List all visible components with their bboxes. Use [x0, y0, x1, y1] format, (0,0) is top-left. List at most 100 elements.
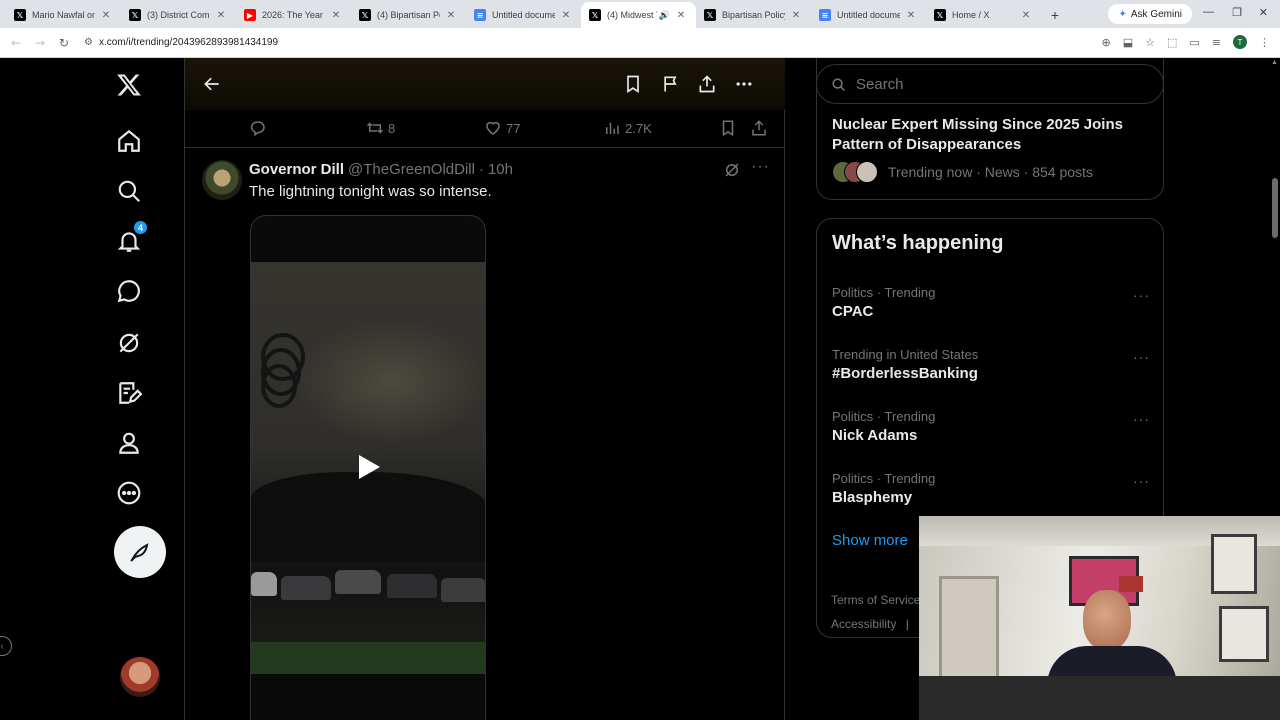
trend-more-icon[interactable]: ··· [1133, 473, 1150, 489]
new-tab-button[interactable]: + [1041, 2, 1069, 28]
browser-tab[interactable]: 𝕏 (4) Bipartisan Polic ✕ [351, 2, 466, 28]
ask-gemini-button[interactable]: ✦ Ask Gemini [1108, 4, 1192, 24]
account-avatar[interactable] [120, 657, 160, 697]
post-item[interactable]: Governor Dill @TheGreenOldDill · 10h ···… [185, 148, 785, 720]
tab-close-icon[interactable]: ✕ [904, 10, 918, 21]
scroll-thumb[interactable] [1272, 178, 1278, 238]
author-avatar[interactable] [202, 160, 242, 200]
url-field[interactable]: ⚙ x.com/i/trending/2043962893981434199 [84, 37, 278, 48]
browser-tab[interactable]: 𝕏 (3) District Commu ✕ [121, 2, 236, 28]
cast-icon[interactable]: ▭ [1189, 36, 1199, 49]
compose-post-button[interactable] [114, 526, 166, 578]
tab-close-icon[interactable]: ✕ [559, 10, 573, 21]
zoom-icon[interactable]: ⊕ [1101, 36, 1110, 49]
trend-more-icon[interactable]: ··· [1133, 349, 1150, 365]
trend-meta: Trending now · News · 854 posts [888, 164, 1093, 180]
address-bar-actions: ⊕ ⬓ ☆ ⬚ ▭ ≡ T ⋮ [1101, 35, 1270, 49]
repost-button[interactable]: 8 [366, 119, 395, 137]
reading-list-icon[interactable]: ≡ [1212, 36, 1221, 49]
tab-close-icon[interactable]: ✕ [99, 10, 113, 21]
close-window-icon[interactable]: ✕ [1259, 6, 1268, 19]
x-favicon-icon: 𝕏 [704, 9, 716, 21]
show-more-link[interactable]: Show more [832, 532, 908, 549]
like-button[interactable]: 77 [484, 119, 520, 137]
tab-close-icon[interactable]: ✕ [789, 10, 803, 21]
tab-close-icon[interactable]: ✕ [329, 10, 343, 21]
post-time[interactable]: 10h [488, 161, 513, 178]
post-more-icon[interactable]: ··· [751, 158, 770, 176]
reload-icon[interactable]: ↻ [52, 36, 76, 50]
articles-compose-icon[interactable] [112, 376, 146, 410]
back-arrow-icon[interactable] [200, 72, 224, 96]
main-column: 8 77 2.7K Governor Dill @TheGreenOldDill [184, 58, 785, 720]
browser-menu-icon[interactable]: ⋮ [1259, 36, 1270, 49]
trend-category: Politics · Trending [832, 409, 936, 424]
notifications-bell-icon[interactable]: 4 [112, 220, 148, 258]
bookmark-header-icon[interactable] [621, 72, 645, 96]
bookmark-button[interactable] [719, 119, 737, 137]
home-icon[interactable] [112, 124, 146, 158]
restore-window-icon[interactable]: ❐ [1232, 6, 1242, 19]
browser-tab[interactable]: 𝕏 (4) Midwest Th🔊 ✕ [581, 2, 696, 28]
grok-icon[interactable] [112, 326, 146, 360]
tab-close-icon[interactable]: ✕ [674, 10, 688, 21]
browser-tab-label: (4) Bipartisan Polic [377, 10, 440, 20]
grok-explain-icon[interactable] [723, 161, 743, 181]
trend-category: Politics · Trending [832, 471, 936, 486]
tab-audio-icon[interactable]: 🔊 [659, 10, 670, 21]
share-header-icon[interactable] [695, 72, 719, 96]
trend-item[interactable]: Politics · Trending Nick Adams ··· [832, 409, 1152, 455]
post-header: Governor Dill @TheGreenOldDill · 10h [249, 161, 513, 178]
explore-search-icon[interactable] [112, 174, 146, 208]
trend-more-icon[interactable]: ··· [1133, 287, 1150, 303]
back-icon[interactable]: ← [4, 36, 28, 50]
browser-tab[interactable]: 𝕏 Home / X ✕ [926, 2, 1041, 28]
install-app-icon[interactable]: ⬓ [1123, 36, 1133, 49]
browser-tab[interactable]: ≡ Untitled document ✕ [811, 2, 926, 28]
scroll-up-icon[interactable]: ▲ [1271, 59, 1278, 66]
more-options-icon[interactable] [112, 476, 146, 510]
messages-icon[interactable] [112, 274, 146, 308]
docs-favicon-icon: ≡ [474, 9, 486, 21]
collapse-panel-icon[interactable]: ‹ [0, 636, 12, 656]
ask-gemini-label: Ask Gemini [1130, 8, 1182, 20]
x-logo-icon[interactable] [112, 68, 146, 102]
tab-close-icon[interactable]: ✕ [444, 10, 458, 21]
video-player[interactable] [250, 215, 486, 720]
browser-tab[interactable]: ▶ 2026: The Year Qu ✕ [236, 2, 351, 28]
trend-category: Trending in United States [832, 347, 979, 362]
browser-tab[interactable]: ≡ Untitled document ✕ [466, 2, 581, 28]
author-name[interactable]: Governor Dill [249, 161, 344, 178]
extensions-icon[interactable]: ⬚ [1167, 36, 1177, 49]
play-icon[interactable] [357, 454, 381, 480]
tab-close-icon[interactable]: ✕ [214, 10, 228, 21]
report-flag-icon[interactable] [659, 72, 683, 96]
forward-icon[interactable]: → [28, 36, 52, 50]
trend-name: CPAC [832, 303, 874, 320]
tab-close-icon[interactable]: ✕ [1019, 10, 1033, 21]
trend-item[interactable]: Trending in United States #BorderlessBank… [832, 347, 1152, 393]
browser-tab-label: Home / X [952, 10, 990, 20]
site-info-icon[interactable]: ⚙ [84, 37, 93, 48]
trend-item[interactable]: Politics · Trending CPAC ··· [832, 285, 1152, 331]
trend-more-icon[interactable]: ··· [1133, 411, 1150, 427]
browser-tab[interactable]: 𝕏 Bipartisan Policy C ✕ [696, 2, 811, 28]
bookmark-star-icon[interactable]: ☆ [1145, 36, 1155, 49]
browser-tab[interactable]: 𝕏 Mario Nawfal on X ✕ [6, 2, 121, 28]
share-button[interactable] [750, 119, 768, 137]
search-input[interactable]: Search [816, 64, 1164, 104]
minimize-window-icon[interactable]: — [1203, 6, 1214, 18]
trend-headline[interactable]: Nuclear Expert Missing Since 2025 Joins … [832, 115, 1132, 155]
more-header-icon[interactable] [732, 72, 756, 96]
terms-of-service-link[interactable]: Terms of Service [831, 588, 920, 612]
x-favicon-icon: 𝕏 [934, 9, 946, 21]
trend-item[interactable]: Politics · Trending Blasphemy ··· [832, 471, 1152, 517]
views-button[interactable]: 2.7K [603, 119, 652, 137]
profile-avatar[interactable]: T [1233, 35, 1247, 49]
profile-icon[interactable] [112, 426, 146, 460]
reply-button[interactable] [249, 119, 271, 137]
accessibility-link[interactable]: Accessibility [831, 617, 896, 631]
view-count: 2.7K [625, 120, 652, 136]
author-handle[interactable]: @TheGreenOldDill [348, 161, 475, 178]
trend-name: Nick Adams [832, 427, 918, 444]
